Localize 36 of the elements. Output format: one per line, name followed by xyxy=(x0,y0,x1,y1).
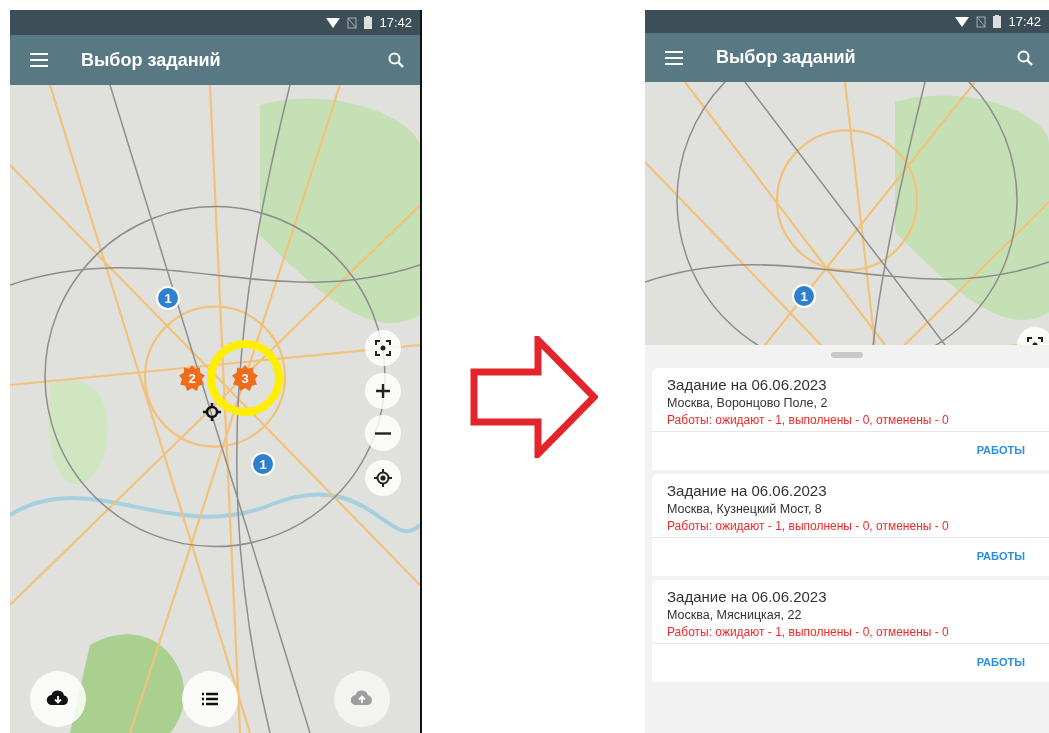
task-title: Задание на 06.06.2023 xyxy=(667,482,828,499)
screen-title: Выбор заданий xyxy=(716,47,856,68)
task-address: Москва, Кузнецкий Мост, 8 xyxy=(667,502,823,516)
task-address: Москва, Мясницкая, 22 xyxy=(667,608,803,622)
clock-time: 17:42 xyxy=(379,15,412,30)
works-button[interactable]: РАБОТЫ xyxy=(974,652,1027,672)
wifi-icon xyxy=(955,15,970,28)
task-address: Москва, Воронцово Поле, 2 xyxy=(667,396,829,410)
task-title: Задание на 06.06.2023 xyxy=(667,588,828,605)
search-icon xyxy=(1017,49,1033,66)
plus-icon xyxy=(373,381,393,401)
battery-icon xyxy=(993,15,1002,28)
menu-icon xyxy=(30,53,48,67)
sim-icon xyxy=(976,15,987,28)
task-status: Работы: ожидают - 1, выполнены - 0, отменены - 0 xyxy=(667,413,950,427)
task-card[interactable]: Задание на 06.06.2023 Москва, Воронцово Поле, 2 Работы: ожидают - 1, выполнены - 0, отменены - 0 РАБОТЫ xyxy=(652,368,1049,474)
task-title: Задание на 06.06.2023 xyxy=(667,376,828,393)
works-button[interactable]: РАБОТЫ xyxy=(974,440,1027,460)
sim-icon xyxy=(347,16,358,29)
clock-time: 17:42 xyxy=(1008,14,1041,29)
works-button[interactable]: РАБОТЫ xyxy=(974,546,1027,566)
drag-handle[interactable] xyxy=(831,352,863,358)
task-status: Работы: ожидают - 1, выполнены - 0, отменены - 0 xyxy=(667,625,950,639)
minus-icon xyxy=(375,431,391,435)
search-icon xyxy=(388,52,404,68)
cluster-marker[interactable]: 2 xyxy=(179,365,205,391)
focus-icon xyxy=(373,338,393,358)
task-status: Работы: ожидают - 1, выполнены - 0, отменены - 0 xyxy=(667,519,950,533)
wifi-icon xyxy=(326,16,341,29)
task-card[interactable]: Задание на 06.06.2023 Москва, Кузнецкий Мост, 8 Работы: ожидают - 1, выполнены - 0, отменены - 0 РАБОТЫ xyxy=(652,474,1049,580)
location-icon xyxy=(203,403,221,421)
screen-title: Выбор заданий xyxy=(81,49,221,71)
battery-icon xyxy=(364,16,373,29)
task-card[interactable]: Задание на 06.06.2023 Москва, Мясницкая, 22 Работы: ожидают - 1, выполнены - 0, отменены - 0 РАБОТЫ xyxy=(652,580,1049,686)
menu-icon xyxy=(665,50,683,65)
locate-icon xyxy=(373,468,393,488)
